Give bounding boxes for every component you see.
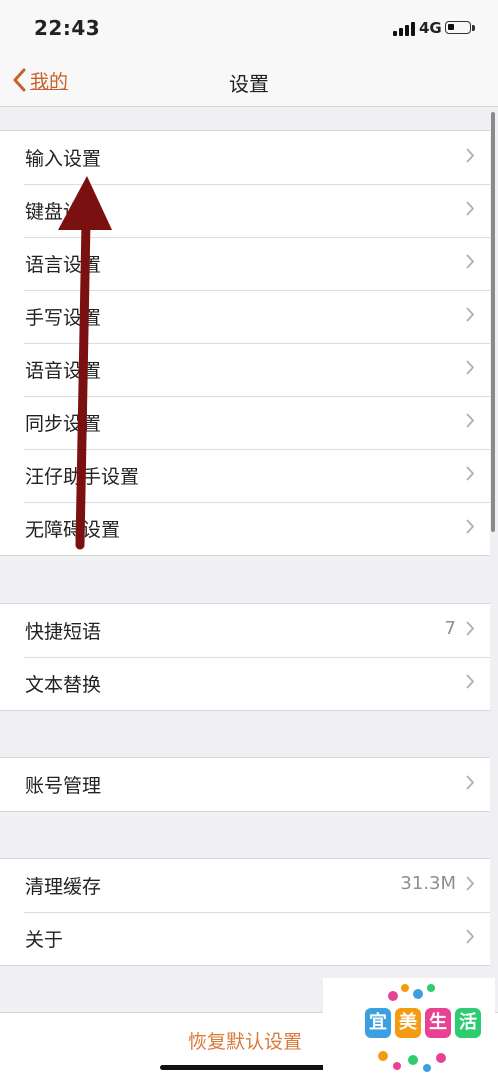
annotation-arrow-icon [58,176,112,550]
settings-group-misc: 清理缓存 31.3M 关于 [0,858,490,966]
list-item-label: 快捷短语 [25,621,102,643]
list-item-value: 31.3M [400,873,456,894]
watermark-char: 生 [425,1008,451,1038]
list-item[interactable]: 文本替换 [0,657,490,710]
chevron-right-icon [466,674,474,689]
home-indicator [160,1065,336,1070]
list-item-value: 7 [444,618,456,639]
settings-group-text: 快捷短语 7 文本替换 [0,603,490,711]
chevron-right-icon [466,775,474,790]
watermark-char: 宜 [365,1008,391,1038]
settings-group-account: 账号管理 [0,757,490,812]
list-item-label: 清理缓存 [25,876,102,898]
list-item-label: 关于 [25,929,64,951]
list-item[interactable]: 快捷短语 7 [0,604,490,657]
watermark-char: 活 [455,1008,481,1038]
list-item-label: 文本替换 [25,674,102,696]
list-item[interactable]: 清理缓存 31.3M [0,859,490,912]
watermark-char: 美 [395,1008,421,1038]
list-item[interactable]: 关于 [0,912,490,965]
chevron-right-icon [466,621,474,636]
list-item[interactable]: 账号管理 [0,758,490,811]
restore-defaults-button[interactable]: 恢复默认设置 [188,1027,302,1054]
chevron-right-icon [466,929,474,944]
watermark-logo: 宜 美 生 活 [323,978,495,1080]
list-item-label: 账号管理 [25,775,102,797]
chevron-right-icon [466,876,474,891]
